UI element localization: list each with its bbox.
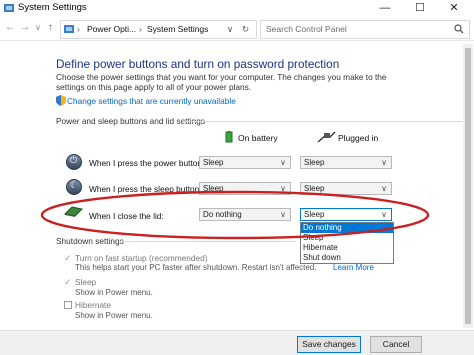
control-panel-icon [64,25,74,33]
column-on-battery: On battery [238,133,278,143]
cancel-button[interactable]: Cancel [370,336,422,353]
address-dropdown-icon[interactable]: ∨ [227,24,233,35]
address-bar[interactable]: › Power Opti... › System Settings ∨ ↻ [60,20,257,39]
sleep-option-label: Sleep [75,277,97,287]
search-icon [454,24,464,34]
search-input[interactable]: Search Control Panel [260,20,470,39]
close-button[interactable]: ✕ [441,0,467,17]
annotation-ellipse [40,190,430,240]
control-panel-icon [4,4,14,12]
scrollbar-thumb[interactable] [465,48,471,324]
breadcrumb-system-settings[interactable]: System Settings [147,24,208,34]
option-hibernate[interactable]: Hibernate [301,243,393,253]
battery-icon [225,131,233,143]
title-bar: System Settings — ☐ ✕ [0,0,474,17]
address-row: ← → ∨ ↑ › Power Opti... › System Setting… [0,18,474,41]
save-changes-button[interactable]: Save changes [297,336,361,353]
sleep-option-description: Show in Power menu. [75,288,153,297]
select-value: Sleep [304,158,325,167]
checkmark-icon: ✓ [64,253,72,263]
forward-arrow-icon[interactable]: → [20,22,30,33]
section-divider [182,121,464,122]
breadcrumb-power-options[interactable]: Power Opti... [87,24,136,34]
power-button-plugged-select[interactable]: Sleep ∨ [300,156,392,169]
up-arrow-icon[interactable]: ↑ [48,22,53,33]
option-shut-down[interactable]: Shut down [301,253,393,263]
chevron-down-icon: ∨ [280,158,286,167]
breadcrumb-separator-icon: › [139,24,142,34]
power-symbol-icon: ⏻ [70,155,78,165]
shield-icon [56,95,66,106]
hibernate-option-description: Show in Power menu. [75,311,153,320]
page-title: Define power buttons and turn on passwor… [56,57,340,71]
chevron-down-icon: ∨ [381,158,387,167]
search-placeholder: Search Control Panel [266,24,347,34]
row-label-power-button: When I press the power button: [89,158,205,168]
hibernate-checkbox[interactable] [64,301,72,309]
fast-startup-label: Turn on fast startup (recommended) [75,253,208,263]
power-button-battery-select[interactable]: Sleep ∨ [199,156,291,169]
page-description: Choose the power settings that you want … [56,72,387,92]
refresh-icon[interactable]: ↻ [242,24,249,35]
select-value: Sleep [203,158,224,167]
fast-startup-description: This helps start your PC faster after sh… [75,263,317,272]
back-arrow-icon[interactable]: ← [5,22,15,33]
column-plugged-in: Plugged in [338,133,379,143]
breadcrumb-separator-icon: › [77,24,80,34]
recent-dropdown-icon[interactable]: ∨ [35,23,41,32]
plug-icon [317,131,336,143]
learn-more-link[interactable]: Learn More [333,263,374,272]
hibernate-option-label: Hibernate [75,300,111,310]
minimize-button[interactable]: — [372,0,398,17]
checkmark-icon: ✓ [64,277,72,287]
window-title: System Settings [18,2,87,13]
change-settings-link[interactable]: Change settings that are currently unava… [67,96,236,106]
maximize-button[interactable]: ☐ [407,0,433,17]
